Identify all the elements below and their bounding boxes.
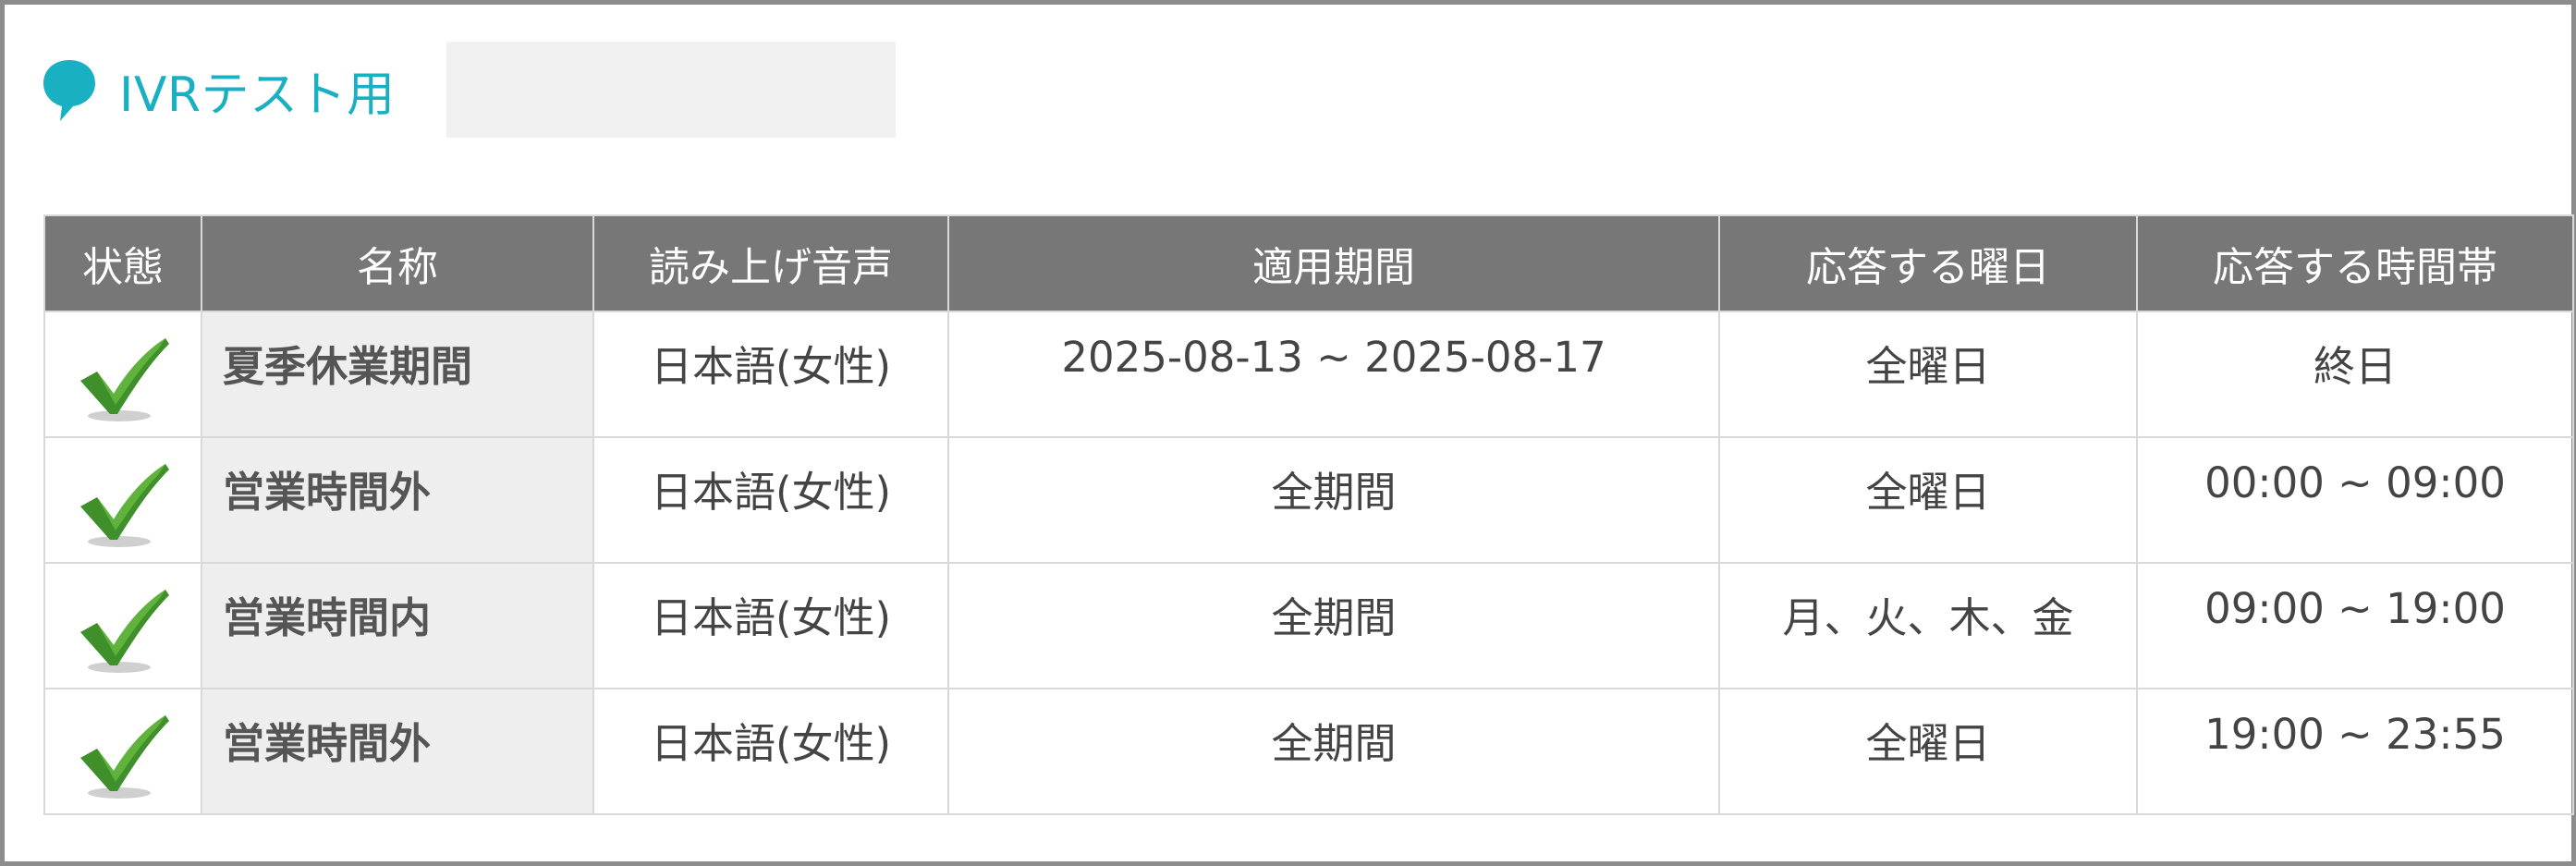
name-cell[interactable]: 夏季休業期間 bbox=[201, 311, 594, 438]
voice-cell: 日本語(女性) bbox=[592, 562, 949, 689]
name-cell[interactable]: 営業時間外 bbox=[201, 688, 594, 815]
column-header-days: 応答する曜日 bbox=[1718, 214, 2138, 312]
table-row[interactable]: 営業時間外 日本語(女性) 全期間 全曜日 00:00 ~ 09:00 bbox=[43, 436, 2574, 564]
status-cell bbox=[43, 562, 202, 689]
page-header: IVRテスト用 bbox=[40, 42, 396, 138]
voice-cell: 日本語(女性) bbox=[592, 311, 949, 438]
check-icon bbox=[80, 590, 169, 673]
hours-cell: 19:00 ~ 23:55 bbox=[2136, 688, 2574, 815]
table-row[interactable]: 営業時間外 日本語(女性) 全期間 全曜日 19:00 ~ 23:55 bbox=[43, 688, 2574, 815]
status-cell bbox=[43, 688, 202, 815]
column-header-hours: 応答する時間帯 bbox=[2136, 214, 2574, 312]
days-cell: 全曜日 bbox=[1718, 688, 2138, 815]
days-cell: 全曜日 bbox=[1718, 311, 2138, 438]
check-icon bbox=[80, 464, 169, 547]
period-cell: 全期間 bbox=[947, 436, 1720, 564]
table-header-row: 状態 名称 読み上げ音声 適用期間 応答する曜日 応答する時間帯 bbox=[43, 214, 2574, 312]
voice-cell: 日本語(女性) bbox=[592, 688, 949, 815]
period-cell: 全期間 bbox=[947, 562, 1720, 689]
hours-cell: 09:00 ~ 19:00 bbox=[2136, 562, 2574, 689]
schedule-table: 状態 名称 読み上げ音声 適用期間 応答する曜日 応答する時間帯 夏季休業期間 … bbox=[43, 214, 2574, 815]
window-frame: IVRテスト用 状態 名称 読み上げ音声 適用期間 応答する曜日 応答する時間帯 bbox=[0, 0, 2576, 866]
status-cell bbox=[43, 436, 202, 564]
redacted-area bbox=[446, 42, 896, 138]
column-header-period: 適用期間 bbox=[947, 214, 1720, 312]
check-icon bbox=[80, 715, 169, 799]
speech-bubble-icon bbox=[43, 60, 95, 121]
period-cell: 2025-08-13 ~ 2025-08-17 bbox=[947, 311, 1720, 438]
status-cell bbox=[43, 311, 202, 438]
days-cell: 全曜日 bbox=[1718, 436, 2138, 564]
hours-cell: 終日 bbox=[2136, 311, 2574, 438]
name-cell[interactable]: 営業時間外 bbox=[201, 436, 594, 564]
check-icon bbox=[80, 338, 169, 421]
column-header-name: 名称 bbox=[201, 214, 594, 312]
voice-cell: 日本語(女性) bbox=[592, 436, 949, 564]
days-cell: 月、火、木、金 bbox=[1718, 562, 2138, 689]
page-title: IVRテスト用 bbox=[119, 67, 396, 123]
table-row[interactable]: 夏季休業期間 日本語(女性) 2025-08-13 ~ 2025-08-17 全… bbox=[43, 311, 2574, 438]
period-cell: 全期間 bbox=[947, 688, 1720, 815]
hours-cell: 00:00 ~ 09:00 bbox=[2136, 436, 2574, 564]
schedule-table-container: 状態 名称 読み上げ音声 適用期間 応答する曜日 応答する時間帯 夏季休業期間 … bbox=[43, 214, 2574, 815]
column-header-status: 状態 bbox=[43, 214, 202, 312]
column-header-voice: 読み上げ音声 bbox=[592, 214, 949, 312]
name-cell[interactable]: 営業時間内 bbox=[201, 562, 594, 689]
table-row[interactable]: 営業時間内 日本語(女性) 全期間 月、火、木、金 09:00 ~ 19:00 bbox=[43, 562, 2574, 689]
